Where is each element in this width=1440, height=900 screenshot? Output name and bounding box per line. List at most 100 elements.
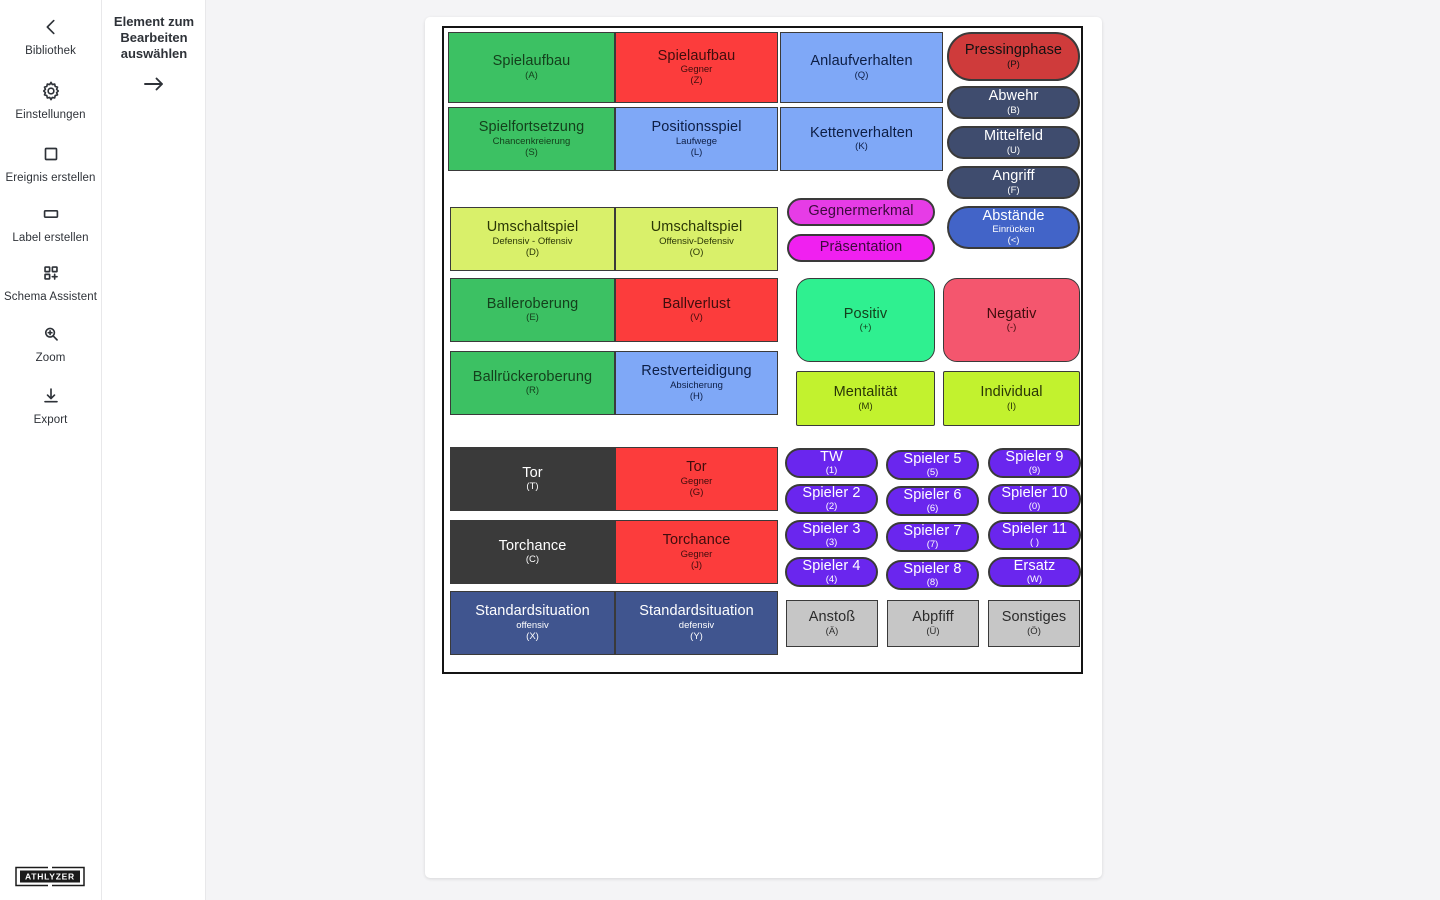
schema-tile-torchance-gegner[interactable]: Torchance Gegner (J) xyxy=(615,520,778,584)
sidebar-item-label-erstellen[interactable]: Label erstellen xyxy=(0,201,102,245)
schema-tile-restverteidigung-absicherung[interactable]: Restverteidigung Absicherung (H) xyxy=(615,351,778,415)
schema-tile-torchance[interactable]: Torchance (C) xyxy=(450,520,615,584)
schema-tile-spieler-4[interactable]: Spieler 4 (4) xyxy=(785,557,878,587)
arrow-right-icon[interactable] xyxy=(104,74,204,99)
tile-subtitle: Offensiv-Defensiv xyxy=(659,235,734,247)
schema-tile-ersatz[interactable]: Ersatz (W) xyxy=(988,557,1081,587)
left-sidebar: Bibliothek Einstellungen Ereignis erstel… xyxy=(0,0,102,900)
schema-tile-sonstiges[interactable]: Sonstiges (Ö) xyxy=(988,600,1080,647)
schema-tile-ballverlust[interactable]: Ballverlust (V) xyxy=(615,278,778,342)
schema-tile-abwehr[interactable]: Abwehr (B) xyxy=(947,86,1080,119)
schema-tile-kettenverhalten[interactable]: Kettenverhalten (K) xyxy=(780,107,943,171)
schema-tile-abstaende-einruecken[interactable]: Abstände Einrücken (<) xyxy=(947,206,1080,249)
schema-tile-umschaltspiel-defensiv-offensiv[interactable]: Umschaltspiel Defensiv - Offensiv (D) xyxy=(450,207,615,271)
schema-tile-spielfortsetzung-chancenkreierung[interactable]: Spielfortsetzung Chancenkreierung (S) xyxy=(448,107,615,171)
schema-tile-spielaufbau-gegner[interactable]: Spielaufbau Gegner (Z) xyxy=(615,32,778,103)
schema-tile-balleroberung[interactable]: Balleroberung (E) xyxy=(450,278,615,342)
tile-subtitle: Gegner xyxy=(680,475,713,487)
tile-shortcut: (6) xyxy=(926,503,939,515)
tile-title: Mittelfeld xyxy=(983,128,1044,145)
schema-tile-standardsituation-defensiv[interactable]: Standardsituation defensiv (Y) xyxy=(615,591,778,655)
tile-shortcut: (1) xyxy=(825,465,838,477)
rectangle-icon xyxy=(40,201,62,227)
schema-tile-tw[interactable]: TW (1) xyxy=(785,448,878,478)
schema-tile-mittelfeld[interactable]: Mittelfeld (U) xyxy=(947,126,1080,159)
tile-shortcut: (P) xyxy=(1007,58,1020,70)
tile-subtitle: Gegner xyxy=(680,64,713,76)
schema-tile-tor[interactable]: Tor (T) xyxy=(450,447,615,511)
tile-shortcut: (K) xyxy=(855,141,868,153)
tile-shortcut: (Ü) xyxy=(926,625,940,637)
gear-icon xyxy=(40,78,62,104)
schema-tile-pressingphase[interactable]: Pressingphase (P) xyxy=(947,32,1080,81)
schema-tile-standardsituation-offensiv[interactable]: Standardsituation offensiv (X) xyxy=(450,591,615,655)
tile-shortcut: (+) xyxy=(859,322,872,334)
schema-tile-spieler-10[interactable]: Spieler 10 (0) xyxy=(988,484,1081,514)
tile-shortcut: (Z) xyxy=(690,75,703,87)
tile-shortcut: ( ) xyxy=(1030,537,1039,549)
schema-tile-positiv[interactable]: Positiv (+) xyxy=(796,278,935,362)
schema-tile-tor-gegner[interactable]: Tor Gegner (G) xyxy=(615,447,778,511)
tile-title: Spieler 11 xyxy=(1001,520,1068,537)
schema-tile-anstoss[interactable]: Anstoß (Ä) xyxy=(786,600,878,647)
tile-title: Torchance xyxy=(662,532,731,549)
tile-title: Spielaufbau xyxy=(492,53,571,70)
square-icon xyxy=(40,141,62,167)
tile-shortcut: (L) xyxy=(690,146,703,158)
schema-tile-mentalitaet[interactable]: Mentalität (M) xyxy=(796,371,935,426)
sidebar-item-label: Einstellungen xyxy=(15,109,86,121)
tile-title: Positiv xyxy=(843,305,888,322)
schema-tile-angriff[interactable]: Angriff (F) xyxy=(947,166,1080,199)
tile-title: TW xyxy=(820,448,843,465)
schema-tile-gegnermerkmal[interactable]: Gegnermerkmal xyxy=(787,198,935,226)
schema-tile-umschaltspiel-offensiv-defensiv[interactable]: Umschaltspiel Offensiv-Defensiv (O) xyxy=(615,207,778,271)
tile-title: Spielfortsetzung xyxy=(478,119,585,136)
schema-tile-spieler-6[interactable]: Spieler 6 (6) xyxy=(886,486,979,516)
schema-tile-positionsspiel-laufwege[interactable]: Positionsspiel Laufwege (L) xyxy=(615,107,778,171)
schema-tile-negativ[interactable]: Negativ (-) xyxy=(943,278,1080,362)
schema-tile-ballrueckeroberung[interactable]: Ballrückeroberung (R) xyxy=(450,351,615,415)
schema-tile-spieler-9[interactable]: Spieler 9 (9) xyxy=(988,448,1081,478)
schema-tile-anlaufverhalten[interactable]: Anlaufverhalten (Q) xyxy=(780,32,943,103)
page-title: Element zum Bearbeiten auswählen xyxy=(113,14,195,61)
tile-title: Anstoß xyxy=(808,609,856,626)
tile-title: Spieler 7 xyxy=(903,522,962,539)
tile-title: Individual xyxy=(980,384,1043,401)
magnifier-icon xyxy=(40,321,62,347)
tile-shortcut: (R) xyxy=(525,385,540,397)
tile-title: Ballverlust xyxy=(662,295,731,312)
edit-hint-column xyxy=(102,0,206,900)
schema-tile-spieler-5[interactable]: Spieler 5 (5) xyxy=(886,450,979,480)
schema-tile-spieler-3[interactable]: Spieler 3 (3) xyxy=(785,520,878,550)
tile-title: Positionsspiel xyxy=(651,119,742,136)
schema-tile-praesentation[interactable]: Präsentation xyxy=(787,234,935,262)
schema-tile-spieler-8[interactable]: Spieler 8 (8) xyxy=(886,560,979,590)
sidebar-item-label: Bibliothek xyxy=(25,45,76,57)
schema-tile-individual[interactable]: Individual (I) xyxy=(943,371,1080,426)
chevron-left-icon xyxy=(40,14,62,40)
tile-title: Ersatz xyxy=(1013,557,1056,574)
tile-title: Pressingphase xyxy=(964,42,1063,59)
tile-subtitle: offensiv xyxy=(516,619,549,631)
tile-title: Spieler 10 xyxy=(1001,484,1068,501)
schema-tile-spielaufbau[interactable]: Spielaufbau (A) xyxy=(448,32,615,103)
tile-subtitle: Laufwege xyxy=(675,135,718,147)
tile-shortcut: (Ö) xyxy=(1027,625,1041,637)
sidebar-item-schema-assistent[interactable]: Schema Assistent xyxy=(0,260,102,304)
tile-title: Abwehr xyxy=(988,88,1039,105)
sidebar-item-bibliothek[interactable]: Bibliothek xyxy=(0,14,102,58)
tile-title: Spieler 5 xyxy=(903,450,962,467)
sidebar-item-export[interactable]: Export xyxy=(0,383,102,427)
tile-shortcut: (-) xyxy=(1006,322,1017,334)
sidebar-item-zoom[interactable]: Zoom xyxy=(0,321,102,365)
sidebar-item-label: Zoom xyxy=(35,352,66,364)
tile-shortcut: (5) xyxy=(926,467,939,479)
tile-subtitle: Gegner xyxy=(680,548,713,560)
schema-tile-spieler-11[interactable]: Spieler 11( ) xyxy=(988,520,1081,550)
schema-tile-spieler-2[interactable]: Spieler 2 (2) xyxy=(785,484,878,514)
tile-shortcut: (3) xyxy=(825,537,838,549)
schema-tile-spieler-7[interactable]: Spieler 7 (7) xyxy=(886,522,979,552)
sidebar-item-ereignis-erstellen[interactable]: Ereignis erstellen xyxy=(0,141,102,185)
sidebar-item-einstellungen[interactable]: Einstellungen xyxy=(0,78,102,122)
schema-tile-abpfiff[interactable]: Abpfiff (Ü) xyxy=(887,600,979,647)
